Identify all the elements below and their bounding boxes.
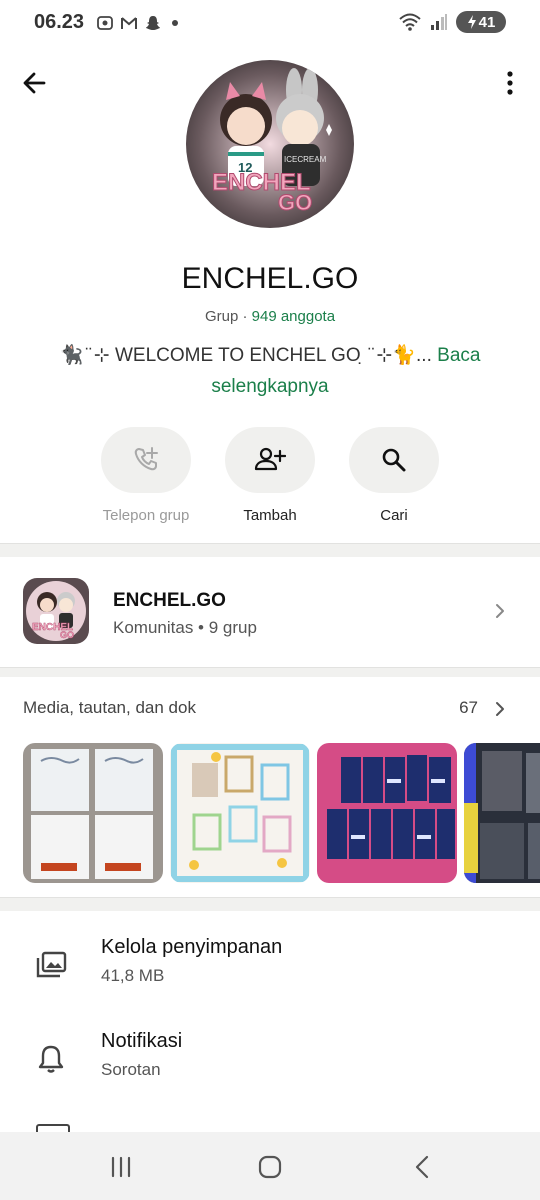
svg-text:GO: GO: [278, 190, 312, 215]
group-avatar[interactable]: 12 ICECREAM ENCHEL GO: [186, 60, 354, 228]
home-icon[interactable]: [257, 1154, 283, 1180]
back-arrow-icon[interactable]: [20, 68, 50, 98]
call-group-button[interactable]: Telepon grup: [91, 427, 201, 524]
battery-indicator: 41: [456, 11, 506, 33]
battery-level: 41: [478, 13, 496, 31]
snapchat-icon: [146, 16, 160, 30]
media-thumbnail[interactable]: [464, 743, 540, 883]
manage-storage-title: Kelola penyimpanan: [101, 936, 283, 958]
media-thumbnail[interactable]: [23, 743, 163, 883]
more-options-icon[interactable]: [488, 68, 518, 98]
group-name: ENCHEL.GO: [181, 262, 359, 295]
notifications-subtitle: Sorotan: [101, 1060, 161, 1079]
add-member-button[interactable]: Tambah: [215, 427, 325, 524]
media-section-title[interactable]: Media, tautan, dan dok: [23, 698, 196, 718]
community-avatar: ENCHEL GO: [23, 578, 89, 644]
add-member-pill[interactable]: [225, 427, 315, 493]
more-notifications-dot: [172, 20, 178, 26]
status-right: 41: [398, 11, 506, 33]
community-row[interactable]: ENCHEL GO ENCHEL.GO Komunitas • 9 grup: [0, 556, 540, 666]
call-group-pill[interactable]: [101, 427, 191, 493]
nav-back-icon[interactable]: [410, 1154, 436, 1180]
section-divider: [0, 667, 540, 677]
status-bar: 06.23 41: [0, 0, 540, 46]
media-thumbnails: [23, 743, 540, 883]
signal-icon: [431, 14, 447, 30]
add-person-icon: [254, 447, 286, 471]
charging-bolt-icon: [467, 15, 476, 29]
manage-storage-size: 41,8 MB: [101, 966, 165, 985]
section-divider: [0, 543, 540, 557]
media-thumbnail[interactable]: [170, 743, 310, 883]
notifications-row[interactable]: Notifikasi Sorotan: [0, 1030, 540, 1102]
search-button[interactable]: Cari: [339, 427, 449, 524]
search-label: Cari: [380, 507, 408, 524]
manage-storage-row[interactable]: Kelola penyimpanan 41,8 MB: [0, 936, 540, 1008]
wifi-icon: [399, 13, 421, 31]
media-count[interactable]: 67: [459, 698, 478, 718]
svg-text:GO: GO: [60, 630, 74, 640]
group-type: Grup: [204, 308, 239, 325]
svg-text:ICECREAM: ICECREAM: [284, 155, 327, 164]
media-image-album-boxes: [23, 743, 163, 883]
call-group-label: Telepon grup: [102, 507, 190, 524]
group-description[interactable]: 🐈‍⬛ ̈ ⊹ WELCOME TO ENCHEL GO ̣ ̈ ⊹🐈... B…: [40, 340, 500, 402]
group-meta: Grup · 949 anggota: [0, 308, 540, 325]
media-image-photocards-frame: [170, 743, 310, 883]
bell-icon: [38, 1045, 64, 1073]
status-time: 06.23: [34, 11, 85, 33]
storage-icon: [36, 951, 67, 978]
call-add-icon: [134, 447, 158, 471]
group-avatar-image: 12 ICECREAM ENCHEL GO: [186, 60, 354, 228]
section-divider: [0, 897, 540, 911]
gmail-icon: [121, 17, 137, 29]
media-thumbnail[interactable]: [317, 743, 457, 883]
media-image-navy-cards: [317, 743, 457, 883]
add-member-label: Tambah: [243, 507, 297, 524]
description-text: 🐈‍⬛ ̈ ⊹ WELCOME TO ENCHEL GO ̣ ̈ ⊹🐈...: [59, 345, 432, 366]
meta-separator: ·: [242, 308, 248, 325]
search-pill[interactable]: [349, 427, 439, 493]
recent-apps-icon[interactable]: [108, 1154, 134, 1180]
screenshot-icon: [97, 16, 113, 30]
notifications-title: Notifikasi: [101, 1030, 183, 1052]
search-icon: [382, 448, 406, 472]
status-notification-icons: [96, 14, 178, 32]
community-subtitle: Komunitas • 9 grup: [113, 618, 257, 637]
community-name: ENCHEL.GO: [113, 590, 226, 611]
group-members-link[interactable]: 949 anggota: [252, 308, 335, 325]
media-image-dark-photocards: [464, 743, 540, 883]
community-avatar-image: ENCHEL GO: [23, 578, 89, 644]
system-nav-bar: [0, 1132, 540, 1200]
media-chevron-right-icon[interactable]: [492, 701, 508, 717]
chevron-right-icon: [496, 604, 504, 618]
